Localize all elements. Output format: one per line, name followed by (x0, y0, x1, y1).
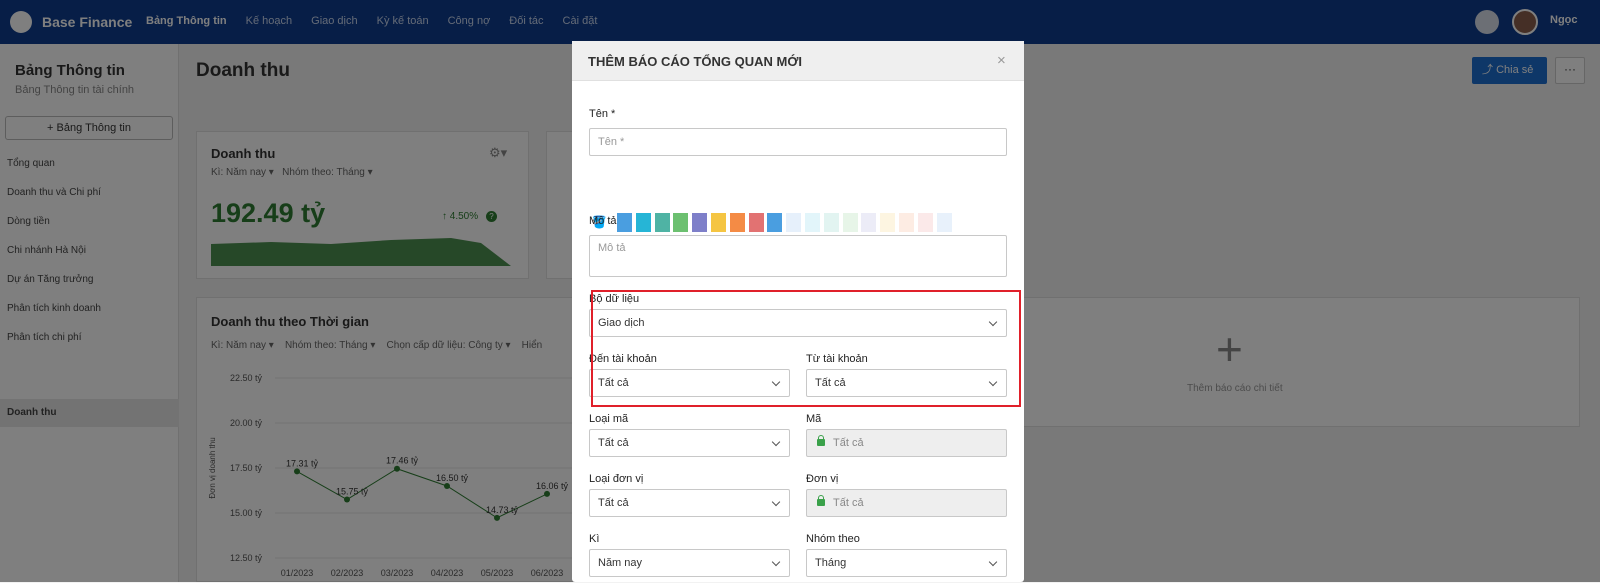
code-type-label: Loại mã (589, 413, 629, 425)
code-label: Mã (806, 413, 822, 425)
unit-select-locked: Tất cả (806, 489, 1007, 517)
color-swatch[interactable] (805, 213, 820, 232)
close-icon[interactable]: × (997, 52, 1006, 69)
modal-title: THÊM BÁO CÁO TỔNG QUAN MỚI (588, 54, 803, 69)
color-swatch[interactable] (617, 213, 632, 232)
color-swatch[interactable] (673, 213, 689, 232)
code-type-select[interactable]: Tất cả (589, 429, 790, 457)
color-swatch[interactable] (917, 213, 933, 232)
chevron-down-icon (988, 557, 998, 567)
code-select-locked: Tất cả (806, 429, 1007, 457)
description-textarea[interactable]: Mô tả (589, 235, 1007, 277)
color-swatch[interactable] (635, 213, 651, 232)
chevron-down-icon (771, 557, 781, 567)
name-input[interactable]: Tên * (589, 128, 1007, 156)
unit-type-label: Loại đơn vị (589, 473, 644, 485)
chevron-down-icon (771, 437, 781, 447)
color-swatch[interactable] (880, 213, 896, 232)
color-swatch[interactable] (654, 213, 670, 232)
color-swatch[interactable] (692, 213, 708, 232)
modal-header: THÊM BÁO CÁO TỔNG QUAN MỚI × (572, 41, 1024, 81)
color-swatch[interactable] (823, 213, 839, 232)
color-swatch[interactable] (729, 213, 745, 232)
lock-icon (817, 435, 825, 446)
color-swatch[interactable] (861, 213, 877, 232)
period-label: Kì (589, 533, 600, 545)
color-swatch[interactable] (711, 213, 726, 232)
description-label: Mô tả (589, 215, 617, 227)
unit-label: Đơn vị (806, 473, 839, 485)
lock-icon (817, 495, 825, 506)
unit-type-select[interactable]: Tất cả (589, 489, 790, 517)
color-swatch[interactable] (786, 213, 802, 232)
color-swatch[interactable] (842, 213, 858, 232)
color-swatch[interactable] (899, 213, 914, 232)
color-swatch[interactable] (767, 213, 783, 232)
period-select[interactable]: Năm nay (589, 549, 790, 577)
chevron-down-icon (771, 497, 781, 507)
color-swatch[interactable] (748, 213, 764, 232)
highlight-box (591, 290, 1021, 407)
group-by-select[interactable]: Tháng (806, 549, 1007, 577)
group-by-label: Nhóm theo (806, 533, 860, 545)
name-label: Tên * (589, 108, 616, 120)
color-swatch[interactable] (936, 213, 952, 232)
